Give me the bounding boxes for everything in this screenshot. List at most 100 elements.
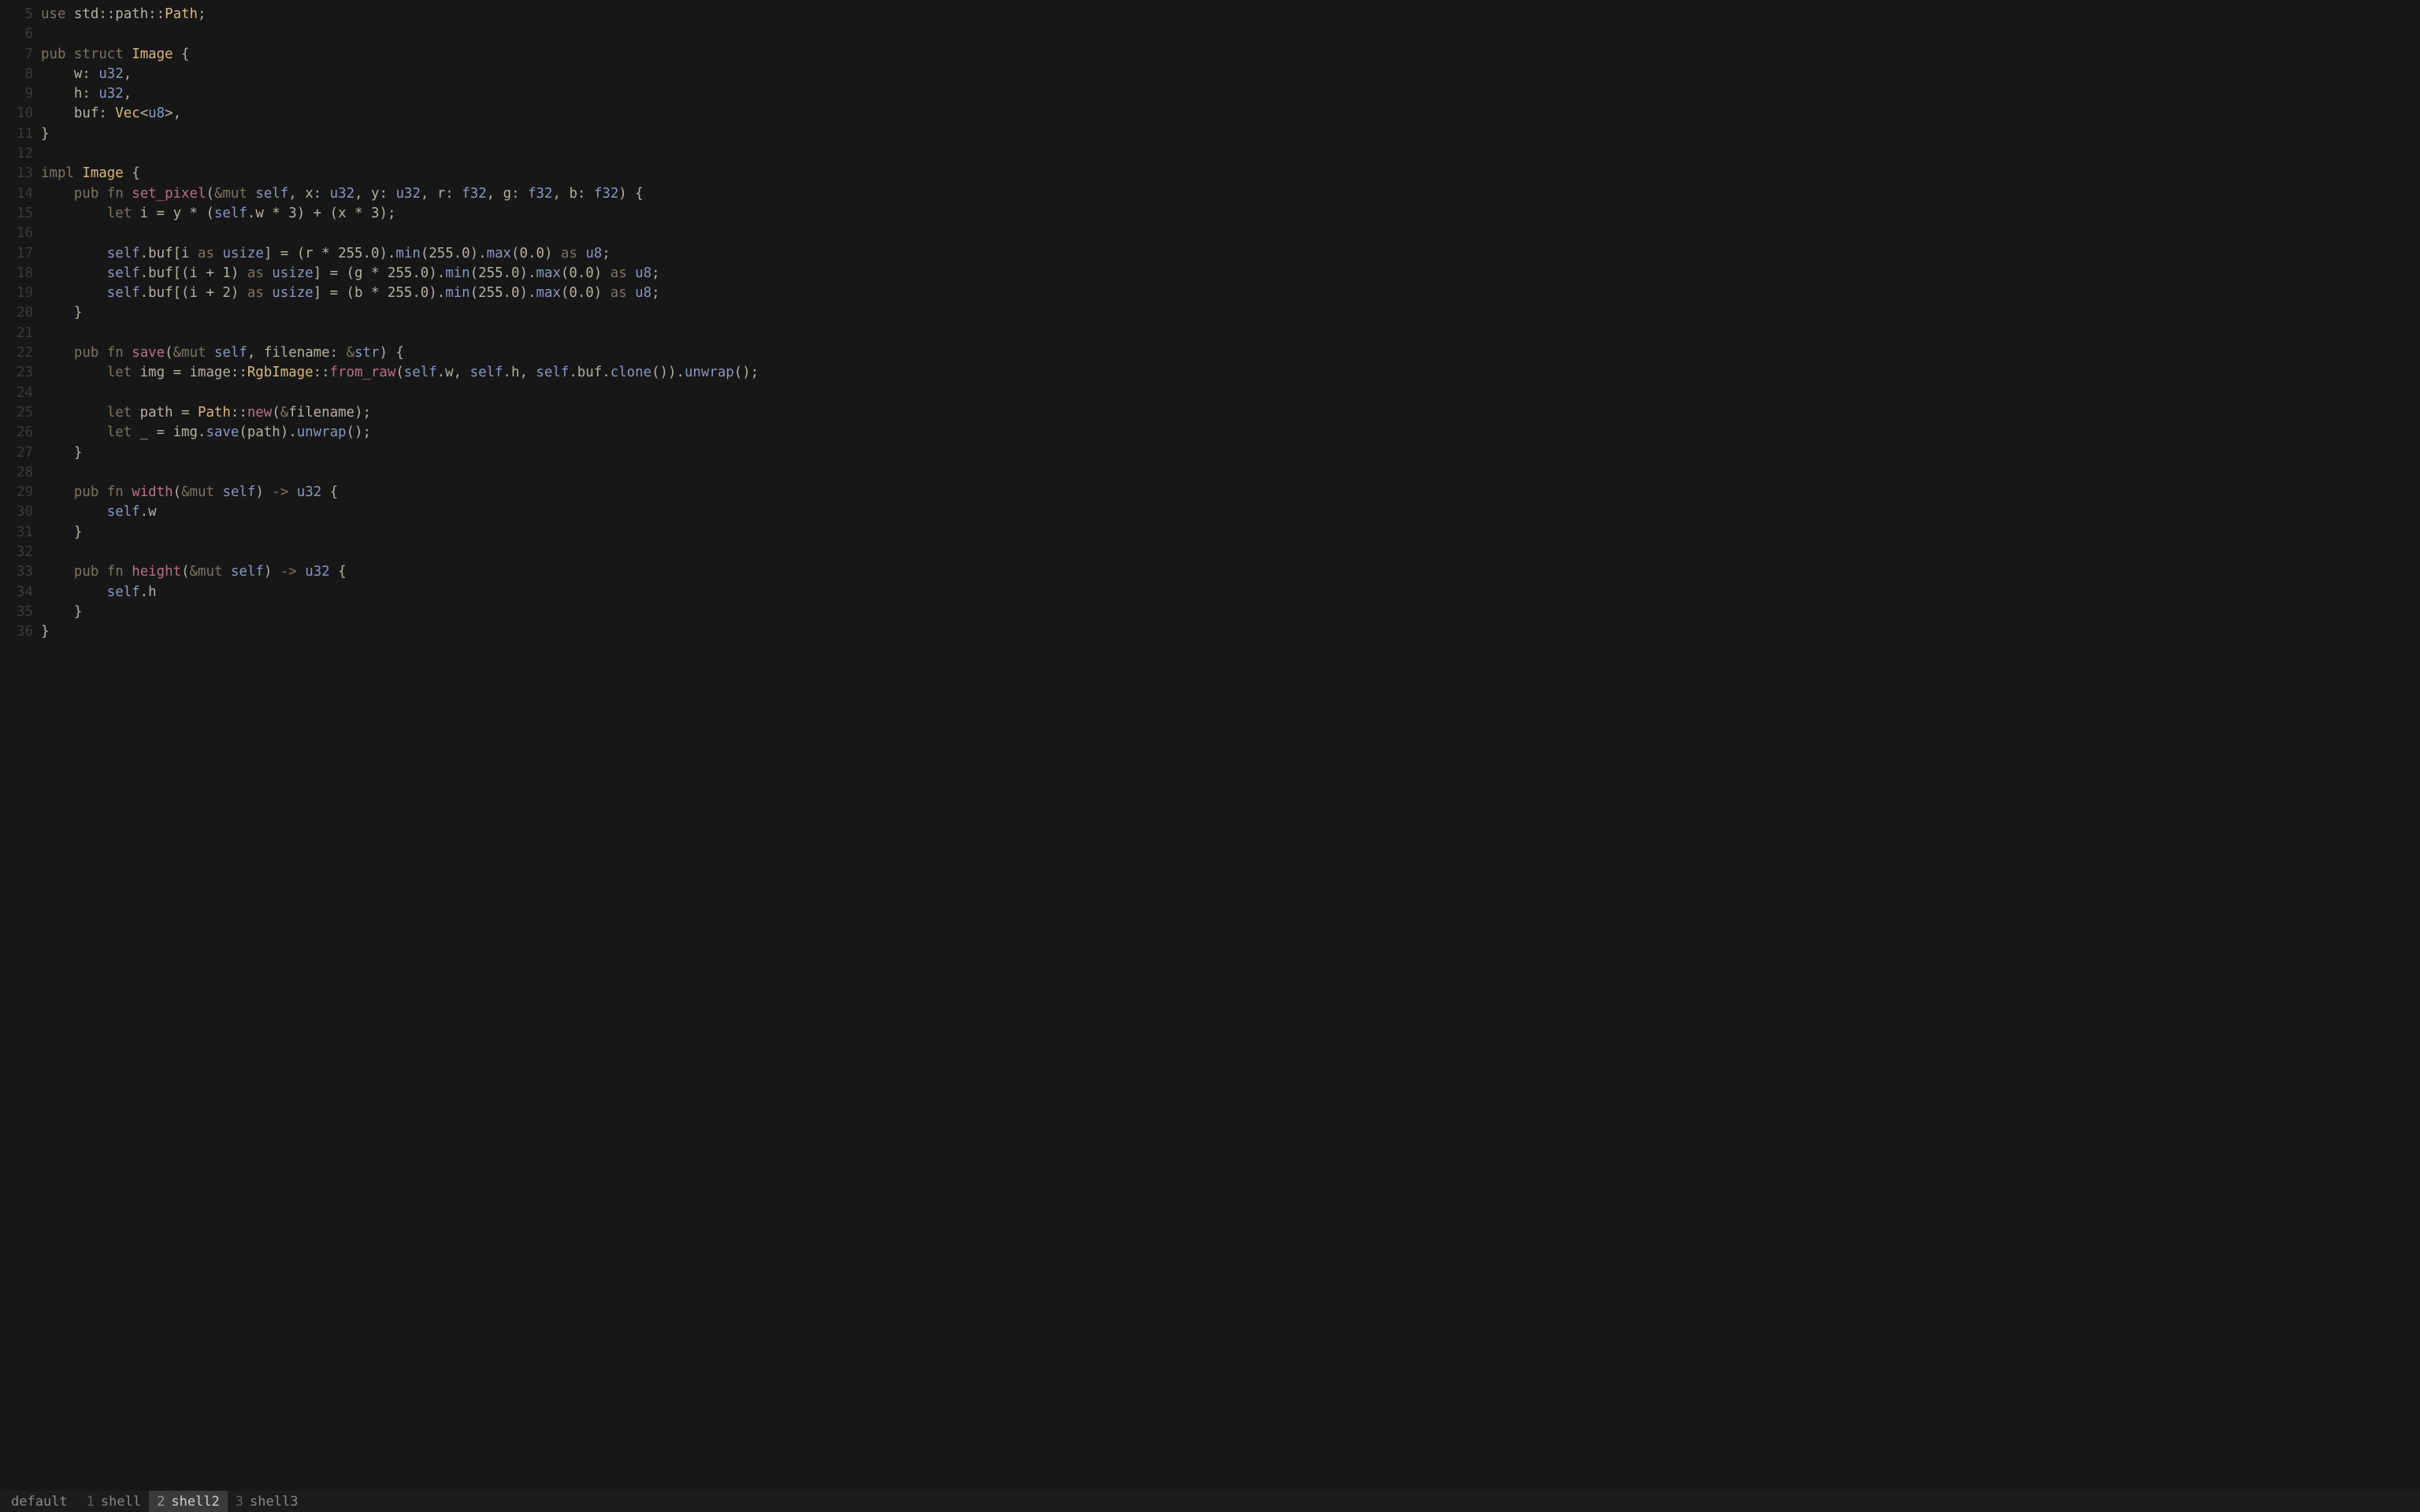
line-number: 17: [0, 244, 41, 264]
line-number: 12: [0, 144, 41, 164]
code-line[interactable]: 8 w: u32,: [0, 65, 2420, 84]
line-number: 30: [0, 502, 41, 522]
line-number: 22: [0, 343, 41, 363]
code-line[interactable]: 9 h: u32,: [0, 84, 2420, 104]
code-content[interactable]: }: [41, 622, 2420, 642]
line-number: 28: [0, 463, 41, 483]
code-content[interactable]: [41, 384, 2420, 403]
code-line[interactable]: 19 self.buf[(i + 2) as usize] = (b * 255…: [0, 284, 2420, 303]
code-content[interactable]: h: u32,: [41, 84, 2420, 104]
line-number: 32: [0, 543, 41, 562]
code-line[interactable]: 5use std::path::Path;: [0, 5, 2420, 24]
line-number: 23: [0, 363, 41, 383]
tab-name: shell3: [250, 1494, 298, 1510]
code-line[interactable]: 14 pub fn set_pixel(&mut self, x: u32, y…: [0, 184, 2420, 204]
code-line[interactable]: 32: [0, 543, 2420, 562]
code-line[interactable]: 17 self.buf[i as usize] = (r * 255.0).mi…: [0, 244, 2420, 264]
code-line[interactable]: 15 let i = y * (self.w * 3) + (x * 3);: [0, 204, 2420, 224]
code-line[interactable]: 31 }: [0, 523, 2420, 543]
code-editor[interactable]: 5use std::path::Path;6 7pub struct Image…: [0, 0, 2420, 1490]
line-number: 15: [0, 204, 41, 224]
code-content[interactable]: self.h: [41, 583, 2420, 602]
code-line[interactable]: 34 self.h: [0, 583, 2420, 602]
line-number: 19: [0, 284, 41, 303]
code-line[interactable]: 18 self.buf[(i + 1) as usize] = (g * 255…: [0, 264, 2420, 284]
code-content[interactable]: [41, 224, 2420, 243]
line-number: 13: [0, 164, 41, 183]
code-content[interactable]: [41, 543, 2420, 562]
line-number: 6: [0, 24, 41, 44]
code-content[interactable]: pub fn width(&mut self) -> u32 {: [41, 483, 2420, 502]
line-number: 27: [0, 443, 41, 463]
code-content[interactable]: pub fn save(&mut self, filename: &str) {: [41, 343, 2420, 363]
code-content[interactable]: [41, 324, 2420, 343]
tab-name: shell2: [171, 1494, 219, 1510]
window-tab-shell3[interactable]: 3 shell3: [228, 1491, 306, 1512]
line-number: 7: [0, 45, 41, 65]
line-number: 16: [0, 224, 41, 243]
code-content[interactable]: self.w: [41, 502, 2420, 522]
code-content[interactable]: buf: Vec<u8>,: [41, 104, 2420, 124]
tab-index: 1: [87, 1494, 95, 1510]
code-content[interactable]: w: u32,: [41, 65, 2420, 84]
line-number: 21: [0, 324, 41, 343]
code-line[interactable]: 21: [0, 324, 2420, 343]
line-number: 8: [0, 65, 41, 84]
code-line[interactable]: 36}: [0, 622, 2420, 642]
code-line[interactable]: 20 }: [0, 303, 2420, 323]
code-line[interactable]: 26 let _ = img.save(path).unwrap();: [0, 423, 2420, 443]
code-line[interactable]: 28: [0, 463, 2420, 483]
code-content[interactable]: [41, 24, 2420, 44]
line-number: 36: [0, 622, 41, 642]
code-content[interactable]: let img = image::RgbImage::from_raw(self…: [41, 363, 2420, 383]
code-content[interactable]: self.buf[(i + 1) as usize] = (g * 255.0)…: [41, 264, 2420, 284]
code-content[interactable]: pub struct Image {: [41, 45, 2420, 65]
statusbar: default 1shell2shell23shell3: [0, 1491, 2420, 1512]
code-line[interactable]: 33 pub fn height(&mut self) -> u32 {: [0, 562, 2420, 582]
code-content[interactable]: }: [41, 124, 2420, 144]
code-content[interactable]: self.buf[(i + 2) as usize] = (b * 255.0)…: [41, 284, 2420, 303]
window-tab-shell[interactable]: 1 shell: [79, 1491, 149, 1512]
code-content[interactable]: }: [41, 523, 2420, 543]
code-content[interactable]: impl Image {: [41, 164, 2420, 183]
code-content[interactable]: pub fn height(&mut self) -> u32 {: [41, 562, 2420, 582]
code-content[interactable]: pub fn set_pixel(&mut self, x: u32, y: u…: [41, 184, 2420, 204]
code-content[interactable]: use std::path::Path;: [41, 5, 2420, 24]
code-line[interactable]: 6: [0, 24, 2420, 44]
code-line[interactable]: 35 }: [0, 602, 2420, 622]
line-number: 14: [0, 184, 41, 204]
code-line[interactable]: 7pub struct Image {: [0, 45, 2420, 65]
code-content[interactable]: let _ = img.save(path).unwrap();: [41, 423, 2420, 443]
window-tab-shell2[interactable]: 2shell2: [149, 1491, 228, 1512]
line-number: 20: [0, 303, 41, 323]
window-tabs: 1 shell 2shell2 3 shell3: [79, 1491, 306, 1512]
code-content[interactable]: [41, 463, 2420, 483]
code-content[interactable]: }: [41, 443, 2420, 463]
code-line[interactable]: 13impl Image {: [0, 164, 2420, 183]
line-number: 34: [0, 583, 41, 602]
code-line[interactable]: 11}: [0, 124, 2420, 144]
line-number: 5: [0, 5, 41, 24]
code-content[interactable]: let path = Path::new(&filename);: [41, 403, 2420, 423]
code-line[interactable]: 22 pub fn save(&mut self, filename: &str…: [0, 343, 2420, 363]
code-content[interactable]: }: [41, 602, 2420, 622]
code-content[interactable]: }: [41, 303, 2420, 323]
line-number: 24: [0, 384, 41, 403]
tab-name: shell: [101, 1494, 141, 1510]
line-number: 29: [0, 483, 41, 502]
tab-index: 3: [236, 1494, 243, 1510]
code-content[interactable]: [41, 144, 2420, 164]
code-line[interactable]: 30 self.w: [0, 502, 2420, 522]
line-number: 9: [0, 84, 41, 104]
code-line[interactable]: 27 }: [0, 443, 2420, 463]
code-content[interactable]: self.buf[i as usize] = (r * 255.0).min(2…: [41, 244, 2420, 264]
code-line[interactable]: 12: [0, 144, 2420, 164]
code-line[interactable]: 29 pub fn width(&mut self) -> u32 {: [0, 483, 2420, 502]
code-line[interactable]: 16: [0, 224, 2420, 243]
code-line[interactable]: 24: [0, 384, 2420, 403]
code-line[interactable]: 10 buf: Vec<u8>,: [0, 104, 2420, 124]
code-line[interactable]: 25 let path = Path::new(&filename);: [0, 403, 2420, 423]
code-content[interactable]: let i = y * (self.w * 3) + (x * 3);: [41, 204, 2420, 224]
line-number: 18: [0, 264, 41, 284]
code-line[interactable]: 23 let img = image::RgbImage::from_raw(s…: [0, 363, 2420, 383]
